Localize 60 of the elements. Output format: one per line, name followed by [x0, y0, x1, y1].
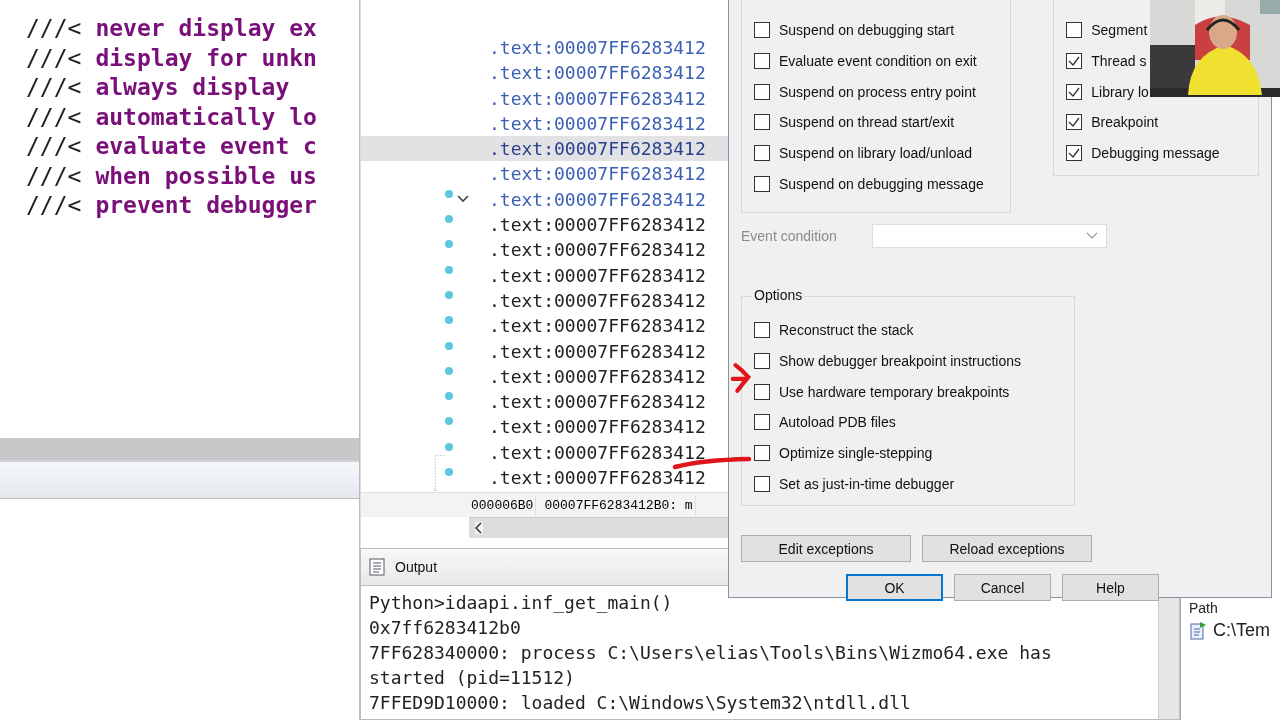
- column-header: Path: [1189, 600, 1219, 616]
- checkbox-label: Debugging message: [1091, 145, 1220, 162]
- disassembly-row[interactable]: .text:00007FF6283412: [361, 186, 741, 213]
- disassembly-row[interactable]: .text:00007FF6283412: [361, 389, 741, 415]
- disassembly-row[interactable]: .text:00007FF6283412: [361, 212, 741, 238]
- checkbox-label: Library lo: [1091, 83, 1149, 100]
- code-comment: when possible us: [95, 162, 317, 189]
- status-offset: 000006B0: [469, 495, 537, 515]
- disassembly-row[interactable]: .text:00007FF6283412: [361, 363, 741, 390]
- comment-marker: ///<: [26, 74, 82, 100]
- default-button[interactable]: OK: [846, 574, 943, 601]
- output-line: Python>idaapi.inf_get_main(): [369, 591, 674, 615]
- disassembly-row[interactable]: .text:00007FF6283412: [361, 414, 741, 440]
- output-line: 7FF628340000: process C:\Users\elias\Tools\Bins\Wizmo64.exe has: [369, 641, 1053, 665]
- code-comment: evaluate event c: [95, 133, 317, 159]
- field-label: Event condition: [741, 228, 838, 244]
- checkbox-label: Set as just-in-time debugger: [779, 475, 955, 492]
- checkbox-label: Reconstruct the stack: [779, 322, 914, 339]
- output-line: 0x7ff6283412b0: [369, 616, 522, 640]
- checkbox-label: Evaluate event condition on exit: [779, 53, 977, 70]
- disassembly-row[interactable]: .text:00007FF6283412: [361, 262, 741, 288]
- output-line: 7FFED9D10000: loaded C:\Windows\System32\ntdll.dll: [369, 691, 912, 715]
- disassembly-row[interactable]: .text:00007FF6283412: [361, 287, 741, 314]
- checkbox-label: Suspend on debugging start: [779, 22, 955, 39]
- code-comment: always display: [95, 74, 290, 100]
- checkbox-label: Suspend on thread start/exit: [779, 114, 955, 131]
- checkbox-label: Suspend on debugging message: [779, 175, 984, 192]
- code-comment: never display ex: [95, 15, 317, 41]
- checkbox-label: Thread s: [1091, 53, 1147, 70]
- disassembly-row[interactable]: .text:00007FF6283412: [361, 237, 741, 263]
- checkbox-label: Suspend on process entry point: [779, 83, 976, 100]
- checkbox-label: Optimize single-stepping: [779, 445, 933, 462]
- checkbox-label: Segment: [1091, 22, 1148, 39]
- disassembly-row[interactable]: .text:00007FF6283412: [361, 465, 741, 491]
- path-item[interactable]: C:\Tem: [1213, 620, 1270, 641]
- output-title: Output: [395, 559, 438, 575]
- comment-marker: ///<: [26, 103, 82, 130]
- output-line: started (pid=11512): [369, 666, 576, 690]
- comment-marker: ///<: [26, 15, 82, 41]
- code-comment: automatically lo: [95, 103, 317, 130]
- code-comment: prevent debugger: [95, 192, 317, 218]
- exceptions-button[interactable]: Reload exceptions: [922, 535, 1092, 562]
- status-address: 00007FF6283412B0: m: [542, 495, 696, 515]
- dialog-button[interactable]: Help: [1062, 574, 1159, 601]
- disassembly-row[interactable]: .text:00007FF6283412: [361, 313, 741, 339]
- comment-marker: ///<: [26, 44, 82, 71]
- checkbox-label: Autoload PDB files: [779, 414, 896, 431]
- disassembly-row[interactable]: .text:00007FF6283412: [361, 338, 741, 364]
- code-comment: display for unkn: [95, 44, 317, 71]
- comment-marker: ///<: [26, 162, 82, 189]
- checkbox-label: Use hardware temporary breakpoints: [779, 383, 1010, 400]
- comment-marker: ///<: [26, 192, 82, 218]
- exceptions-button[interactable]: Edit exceptions: [741, 535, 911, 562]
- checkbox-label: Suspend on library load/unload: [779, 145, 973, 162]
- comment-marker: ///<: [26, 133, 82, 159]
- checkbox-label: Breakpoint: [1091, 114, 1159, 131]
- disassembly-row[interactable]: .text:00007FF6283412: [361, 439, 741, 466]
- dialog-button[interactable]: Cancel: [954, 574, 1051, 601]
- checkbox-label: Show debugger breakpoint instructions: [779, 353, 1022, 370]
- group-title: Options: [752, 287, 805, 303]
